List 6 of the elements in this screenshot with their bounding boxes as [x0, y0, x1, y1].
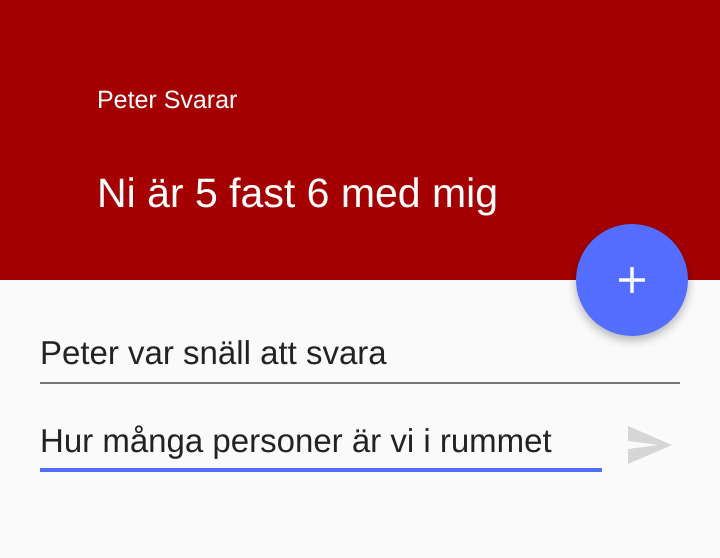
plus-icon: [617, 265, 647, 295]
send-icon: [628, 426, 672, 464]
text-field[interactable]: Peter var snäll att svara: [40, 330, 680, 384]
header-title: Ni är 5 fast 6 med mig: [97, 169, 500, 218]
header-subtitle: Peter Svarar: [97, 85, 238, 116]
text-field[interactable]: Hur många personer är vi i rummet: [40, 418, 602, 472]
